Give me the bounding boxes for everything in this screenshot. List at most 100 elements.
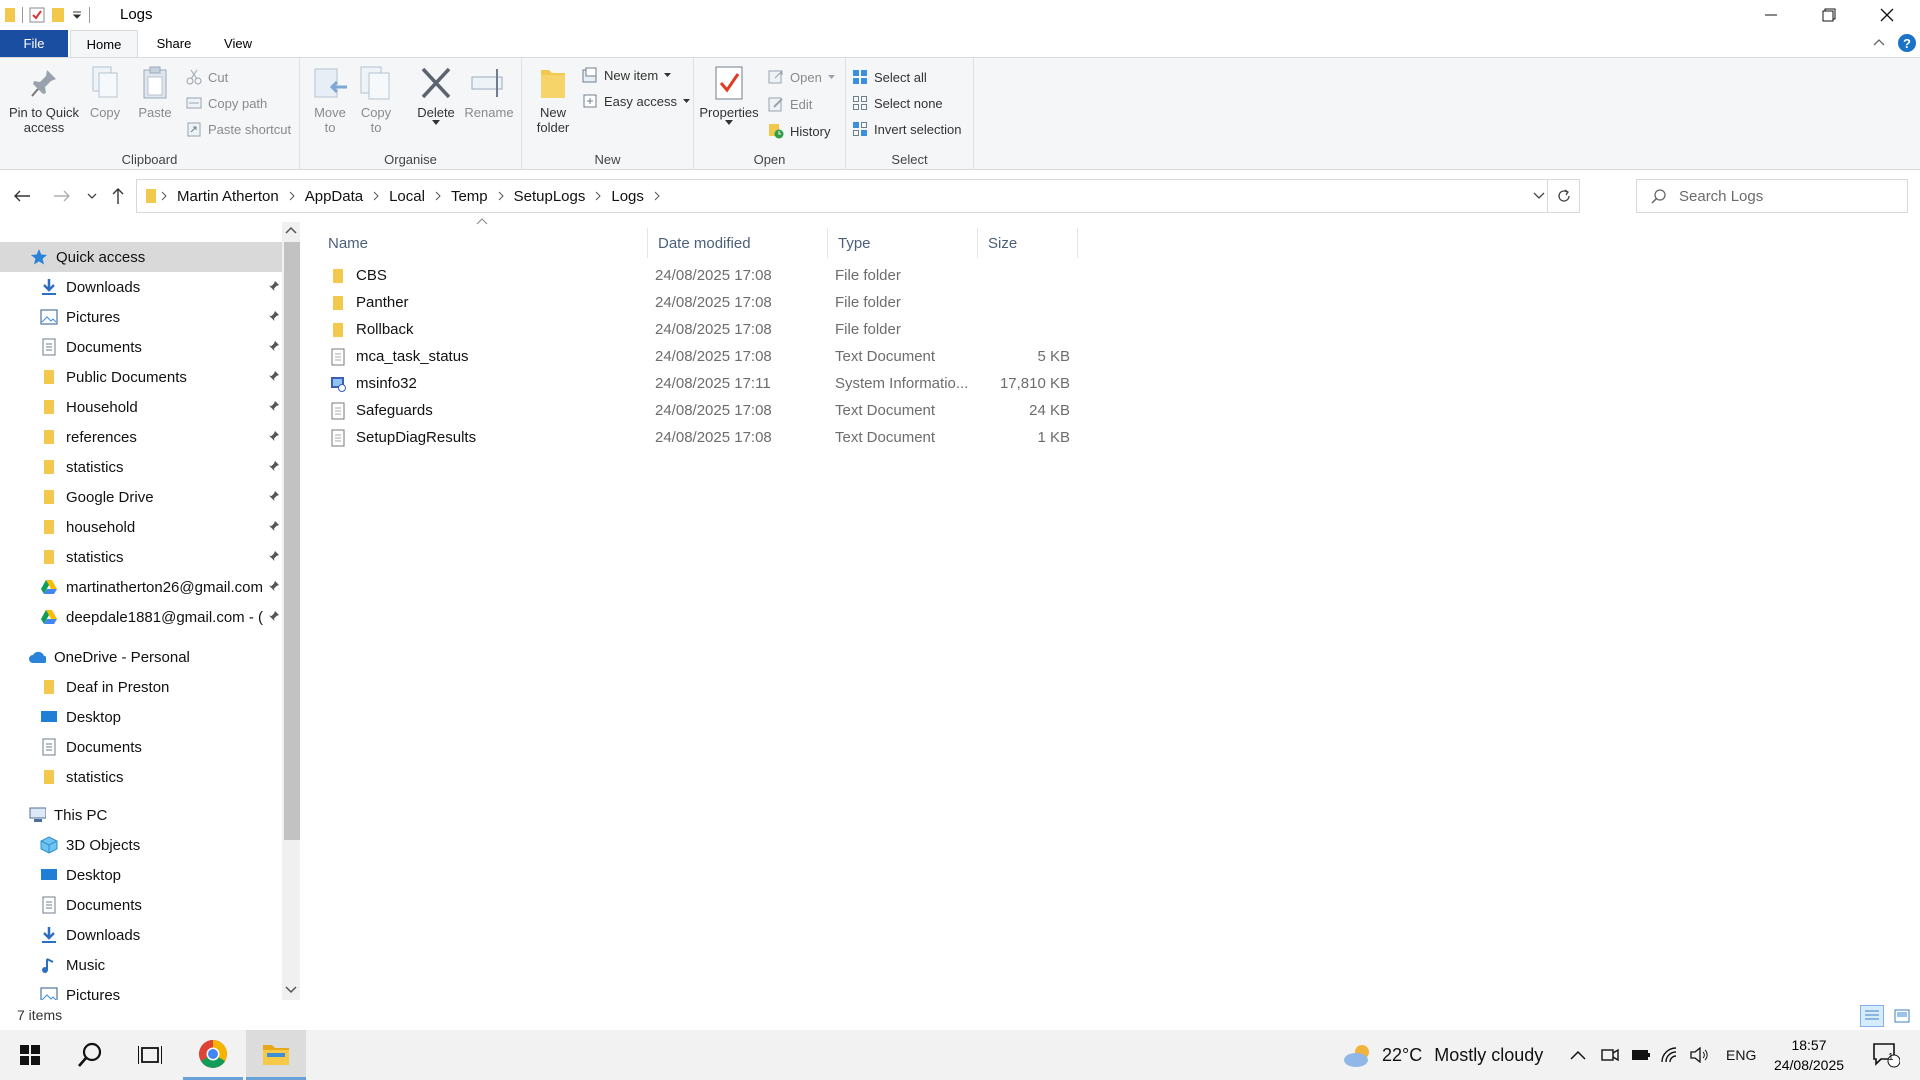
- file-row[interactable]: msinfo32 24/08/2025 17:11 System Informati…: [330, 370, 1396, 397]
- paste-button[interactable]: Paste: [132, 64, 178, 120]
- help-button[interactable]: ?: [1897, 33, 1917, 53]
- properties-check-icon[interactable]: [29, 7, 45, 23]
- breadcrumb-appdata[interactable]: AppData: [299, 188, 369, 205]
- chrome-taskbar-button[interactable]: [183, 1030, 243, 1080]
- task-view-button[interactable]: [120, 1030, 180, 1080]
- copy-to-button[interactable]: Copy to: [354, 64, 398, 135]
- address-bar[interactable]: Martin Atherton AppData Local Temp Setup…: [136, 179, 1580, 213]
- easy-access-button[interactable]: Easy access: [582, 90, 690, 112]
- open-button[interactable]: Open: [768, 66, 835, 88]
- back-button[interactable]: [10, 184, 34, 208]
- chevron-right-icon[interactable]: [650, 179, 664, 213]
- nav-scrollbar-thumb[interactable]: [284, 242, 300, 840]
- chevron-right-icon[interactable]: [591, 179, 605, 213]
- customize-toolbar-icon[interactable]: [71, 9, 83, 21]
- breadcrumb-logs[interactable]: Logs: [605, 188, 650, 205]
- nav-onedrive-statistics[interactable]: statistics: [0, 762, 282, 792]
- breadcrumb-temp[interactable]: Temp: [445, 188, 494, 205]
- new-folder-button[interactable]: New folder: [528, 64, 578, 135]
- edit-button[interactable]: Edit: [768, 93, 812, 115]
- file-row[interactable]: CBS 24/08/2025 17:08 File folder: [330, 262, 1396, 289]
- delete-button[interactable]: Delete: [414, 64, 458, 126]
- chevron-right-icon[interactable]: [285, 179, 299, 213]
- history-button[interactable]: History: [768, 120, 830, 142]
- nav-item-documents[interactable]: Documents: [0, 332, 282, 362]
- language-indicator[interactable]: ENG: [1726, 1030, 1756, 1080]
- nav-item-statistics[interactable]: statistics: [0, 542, 282, 572]
- nav-item-martinatherton26-gmail-com[interactable]: martinatherton26@gmail.com: [0, 572, 282, 602]
- chevron-right-icon[interactable]: [369, 179, 383, 213]
- nav-item-statistics[interactable]: statistics: [0, 452, 282, 482]
- network-icon[interactable]: [1660, 1030, 1680, 1080]
- paste-shortcut-button[interactable]: Paste shortcut: [186, 118, 291, 140]
- nav-onedrive-deaf-in-preston[interactable]: Deaf in Preston: [0, 672, 282, 702]
- nav-onedrive-desktop[interactable]: Desktop: [0, 702, 282, 732]
- search-box[interactable]: [1636, 179, 1908, 213]
- select-none-button[interactable]: Select none: [852, 92, 943, 114]
- file-row[interactable]: Panther 24/08/2025 17:08 File folder: [330, 289, 1396, 316]
- nav-pc-documents[interactable]: Documents: [0, 890, 282, 920]
- tab-view[interactable]: View: [208, 30, 268, 57]
- move-to-button[interactable]: Move to: [308, 64, 352, 135]
- address-history-button[interactable]: [1533, 192, 1545, 200]
- scroll-up-button[interactable]: [285, 226, 297, 234]
- show-hidden-icons-button[interactable]: [1570, 1030, 1586, 1080]
- nav-onedrive[interactable]: OneDrive - Personal: [0, 642, 282, 672]
- minimize-button[interactable]: [1742, 0, 1800, 30]
- nav-item-references[interactable]: references: [0, 422, 282, 452]
- nav-pc-pictures[interactable]: Pictures: [0, 980, 282, 1000]
- column-header-type[interactable]: Type: [828, 228, 978, 258]
- chevron-right-icon[interactable]: [157, 179, 171, 213]
- volume-icon[interactable]: [1690, 1030, 1710, 1080]
- nav-pc-downloads[interactable]: Downloads: [0, 920, 282, 950]
- chevron-right-icon[interactable]: [431, 179, 445, 213]
- nav-scrollbar[interactable]: [282, 222, 300, 1000]
- nav-onedrive-documents[interactable]: Documents: [0, 732, 282, 762]
- file-row[interactable]: mca_task_status 24/08/2025 17:08 Text Docu…: [330, 343, 1396, 370]
- clock[interactable]: 18:57 24/08/2025: [1766, 1033, 1852, 1077]
- cut-button[interactable]: Cut: [186, 66, 228, 88]
- tab-home[interactable]: Home: [70, 30, 138, 57]
- chevron-right-icon[interactable]: [494, 179, 508, 213]
- pin-to-quick-access-button[interactable]: Pin to Quick access: [6, 64, 82, 135]
- battery-icon[interactable]: [1631, 1030, 1651, 1080]
- nav-pc-3d-objects[interactable]: 3D Objects: [0, 830, 282, 860]
- weather-widget[interactable]: 22°C Mostly cloudy: [1342, 1030, 1543, 1080]
- file-row[interactable]: Safeguards 24/08/2025 17:08 Text Document 2…: [330, 397, 1396, 424]
- tab-share[interactable]: Share: [140, 30, 208, 57]
- scroll-down-button[interactable]: [285, 986, 297, 994]
- nav-item-pictures[interactable]: Pictures: [0, 302, 282, 332]
- file-row[interactable]: SetupDiagResults 24/08/2025 17:08 Text Doc…: [330, 424, 1396, 451]
- nav-quick-access[interactable]: Quick access: [0, 242, 282, 272]
- breadcrumb-local[interactable]: Local: [383, 188, 431, 205]
- nav-this-pc[interactable]: This PC: [0, 800, 282, 830]
- nav-item-household[interactable]: household: [0, 512, 282, 542]
- invert-selection-button[interactable]: Invert selection: [852, 118, 961, 140]
- tab-file[interactable]: File: [0, 30, 68, 57]
- refresh-button[interactable]: [1547, 180, 1579, 212]
- start-button[interactable]: [0, 1030, 60, 1080]
- nav-item-deepdale1881-gmail-com-[interactable]: deepdale1881@gmail.com - (: [0, 602, 282, 632]
- select-all-button[interactable]: Select all: [852, 66, 927, 88]
- new-item-button[interactable]: New item: [582, 64, 672, 86]
- nav-pc-music[interactable]: Music: [0, 950, 282, 980]
- column-header-name[interactable]: Name: [318, 228, 648, 258]
- meet-now-icon[interactable]: [1601, 1030, 1619, 1080]
- nav-item-public-documents[interactable]: Public Documents: [0, 362, 282, 392]
- up-button[interactable]: [106, 184, 130, 208]
- forward-button[interactable]: [50, 184, 74, 208]
- nav-item-google-drive[interactable]: Google Drive: [0, 482, 282, 512]
- notification-center-button[interactable]: 1: [1866, 1030, 1906, 1080]
- close-button[interactable]: [1858, 0, 1916, 30]
- large-icons-view-button[interactable]: [1890, 1005, 1914, 1027]
- copy-path-button[interactable]: Copy path: [186, 92, 267, 114]
- collapse-ribbon-button[interactable]: [1872, 35, 1886, 49]
- search-input[interactable]: [1679, 187, 1879, 205]
- breadcrumb-martin-atherton[interactable]: Martin Atherton: [171, 188, 285, 205]
- recent-locations-button[interactable]: [80, 184, 104, 208]
- details-view-button[interactable]: [1860, 1005, 1884, 1027]
- nav-item-downloads[interactable]: Downloads: [0, 272, 282, 302]
- copy-button[interactable]: Copy: [84, 64, 126, 120]
- file-explorer-taskbar-button[interactable]: [246, 1030, 306, 1080]
- rename-button[interactable]: Rename: [462, 64, 516, 120]
